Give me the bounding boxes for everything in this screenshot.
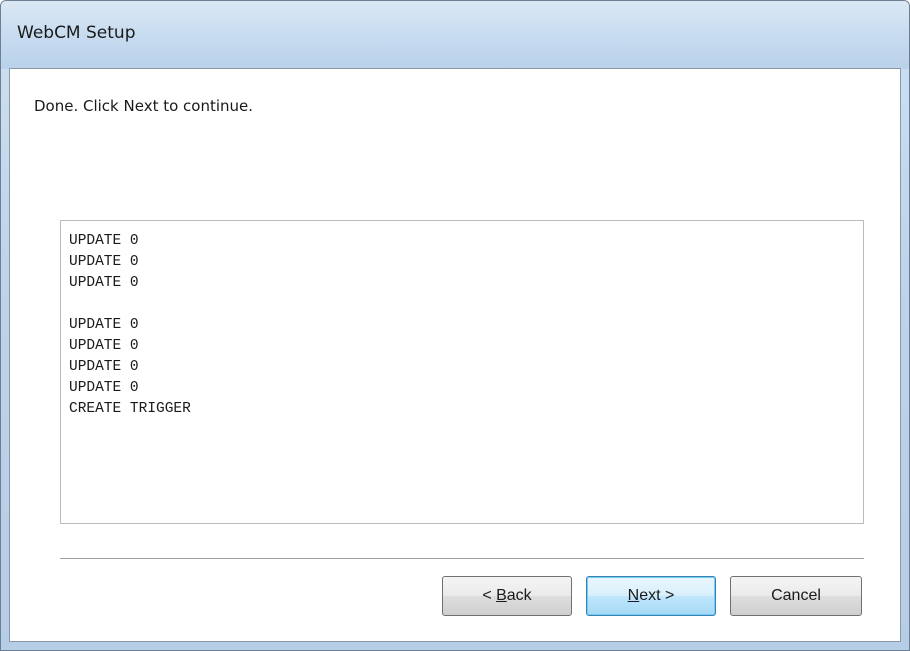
setup-window: WebCM Setup Done. Click Next to continue…: [0, 0, 910, 651]
cancel-button[interactable]: Cancel: [730, 576, 862, 616]
log-line: CREATE TRIGGER: [69, 401, 191, 417]
log-line: UPDATE 0: [69, 254, 139, 270]
back-button-rest: ack: [506, 587, 532, 604]
log-line: UPDATE 0: [69, 233, 139, 249]
log-line: UPDATE 0: [69, 380, 139, 396]
next-button-mnemonic: N: [627, 587, 640, 604]
log-line: UPDATE 0: [69, 338, 139, 354]
window-title: WebCM Setup: [17, 23, 136, 43]
log-line: UPDATE 0: [69, 317, 139, 333]
dialog-body: Done. Click Next to continue. UPDATE 0 U…: [9, 68, 901, 642]
log-line: UPDATE 0: [69, 359, 139, 375]
cancel-button-label: Cancel: [771, 587, 821, 604]
next-button[interactable]: Next >: [586, 576, 716, 616]
log-output-box[interactable]: UPDATE 0 UPDATE 0 UPDATE 0 UPDATE 0 UPDA…: [60, 220, 864, 524]
back-button-mnemonic: B: [496, 587, 507, 604]
back-button-prefix: <: [482, 587, 497, 604]
button-separator: [60, 558, 864, 560]
status-message: Done. Click Next to continue.: [34, 97, 254, 115]
title-bar[interactable]: WebCM Setup: [1, 1, 909, 69]
back-button[interactable]: < Back: [442, 576, 572, 616]
next-button-rest: ext >: [639, 587, 675, 604]
log-line: UPDATE 0: [69, 275, 139, 291]
